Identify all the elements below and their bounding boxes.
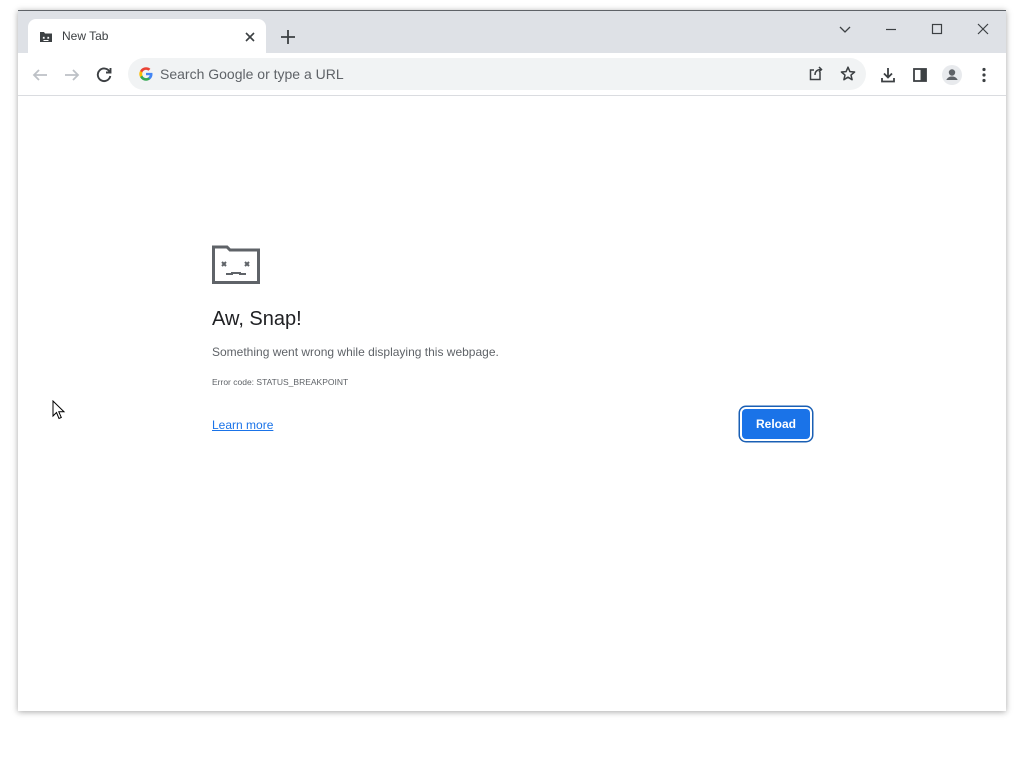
- sad-tab-favicon-icon: [38, 29, 54, 45]
- menu-icon[interactable]: [972, 63, 996, 87]
- error-page: Aw, Snap! Something went wrong while dis…: [18, 96, 1006, 711]
- toolbar: [18, 53, 1006, 96]
- tab-new-tab[interactable]: New Tab: [28, 19, 266, 53]
- back-arrow-icon[interactable]: [28, 63, 52, 87]
- mouse-cursor-icon: [52, 400, 66, 420]
- reload-button[interactable]: Reload: [742, 409, 810, 439]
- error-heading: Aw, Snap!: [212, 308, 302, 330]
- tab-title: New Tab: [62, 29, 109, 43]
- profile-icon[interactable]: [940, 63, 964, 87]
- close-icon[interactable]: [242, 29, 258, 45]
- address-bar-input[interactable]: [160, 58, 780, 90]
- maximize-icon[interactable]: [925, 17, 949, 41]
- learn-more-link[interactable]: Learn more: [212, 418, 273, 432]
- bookmark-star-icon[interactable]: [836, 62, 860, 86]
- omnibox[interactable]: [128, 58, 866, 90]
- google-g-icon: [138, 66, 154, 82]
- forward-arrow-icon[interactable]: [60, 63, 84, 87]
- share-icon[interactable]: [804, 62, 828, 86]
- close-icon[interactable]: [971, 17, 995, 41]
- side-panel-icon[interactable]: [908, 63, 932, 87]
- minimize-icon[interactable]: [879, 17, 903, 41]
- error-code: Error code: STATUS_BREAKPOINT: [212, 377, 349, 387]
- reload-icon[interactable]: [92, 63, 116, 87]
- error-message: Something went wrong while displaying th…: [212, 345, 499, 359]
- download-icon[interactable]: [876, 63, 900, 87]
- browser-window: New Tab Search Google or type a URL Aw, …: [18, 10, 1006, 711]
- tab-strip: New Tab: [18, 11, 1006, 53]
- new-tab-plus-icon[interactable]: [278, 27, 298, 47]
- sad-tab-icon: [212, 244, 260, 284]
- chevron-down-icon[interactable]: [833, 17, 857, 41]
